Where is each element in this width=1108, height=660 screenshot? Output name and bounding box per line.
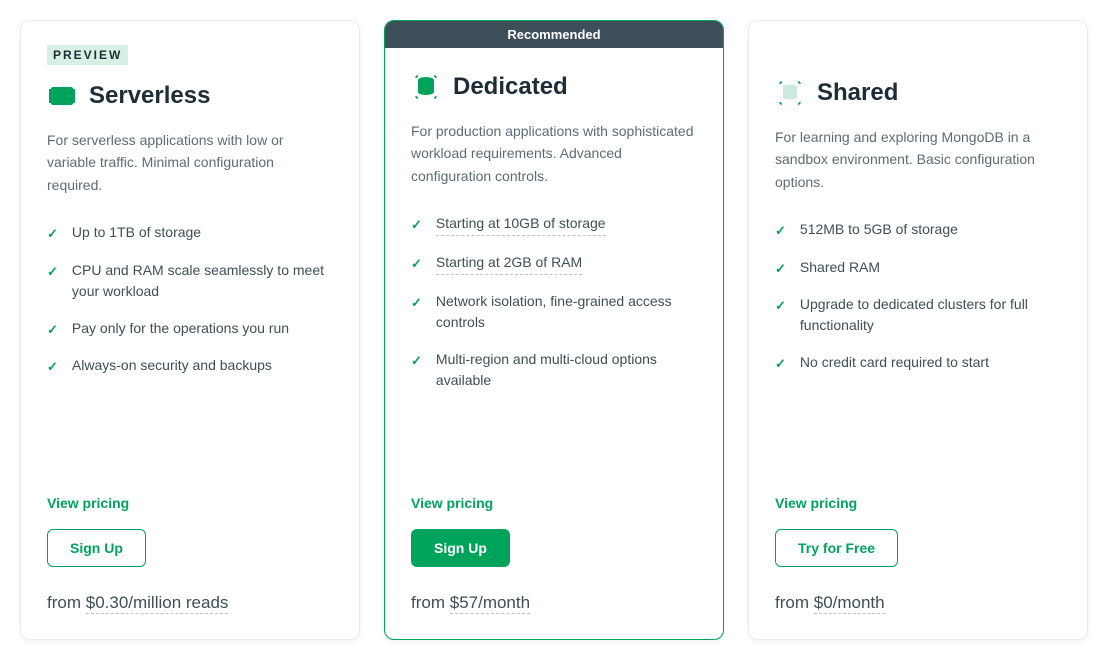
view-pricing-link[interactable]: View pricing [47, 495, 129, 511]
check-icon: ✓ [411, 351, 422, 371]
feature-item: ✓Pay only for the operations you run [47, 318, 333, 340]
preview-badge: PREVIEW [47, 45, 128, 65]
check-icon: ✓ [775, 221, 786, 241]
serverless-icon [47, 81, 77, 111]
check-icon: ✓ [47, 224, 58, 244]
feature-item: ✓Network isolation, fine-grained access … [411, 291, 697, 333]
feature-item: ✓Up to 1TB of storage [47, 222, 333, 244]
plan-title: Serverless [89, 82, 210, 110]
feature-list: ✓Up to 1TB of storage ✓CPU and RAM scale… [47, 222, 333, 393]
check-icon: ✓ [775, 354, 786, 374]
shared-icon [775, 78, 805, 108]
check-icon: ✓ [47, 320, 58, 340]
pricing-plans: PREVIEW Serverless For serverless applic… [20, 20, 1088, 640]
plan-card-shared: Shared For learning and exploring MongoD… [748, 20, 1088, 640]
feature-item: ✓Upgrade to dedicated clusters for full … [775, 294, 1061, 336]
feature-item: ✓Shared RAM [775, 257, 1061, 279]
feature-list: ✓512MB to 5GB of storage ✓Shared RAM ✓Up… [775, 219, 1061, 390]
feature-item: ✓Starting at 2GB of RAM [411, 252, 697, 275]
price-text: from $0/month [775, 593, 1061, 613]
check-icon: ✓ [411, 293, 422, 313]
feature-item: ✓512MB to 5GB of storage [775, 219, 1061, 241]
check-icon: ✓ [47, 357, 58, 377]
plan-description: For production applications with sophist… [411, 120, 697, 187]
view-pricing-link[interactable]: View pricing [775, 495, 857, 511]
check-icon: ✓ [775, 296, 786, 316]
plan-title: Dedicated [453, 73, 568, 101]
recommended-ribbon: Recommended [385, 21, 723, 48]
check-icon: ✓ [411, 254, 422, 274]
signup-button[interactable]: Sign Up [411, 529, 510, 567]
plan-description: For learning and exploring MongoDB in a … [775, 126, 1061, 193]
plan-card-dedicated: Recommended Dedicated For production app… [384, 20, 724, 640]
plan-title: Shared [817, 79, 898, 107]
plan-card-serverless: PREVIEW Serverless For serverless applic… [20, 20, 360, 640]
price-text: from $57/month [411, 593, 697, 613]
plan-description: For serverless applications with low or … [47, 129, 333, 196]
feature-item: ✓Multi-region and multi-cloud options av… [411, 349, 697, 391]
try-free-button[interactable]: Try for Free [775, 529, 898, 567]
price-text: from $0.30/million reads [47, 593, 333, 613]
view-pricing-link[interactable]: View pricing [411, 495, 493, 511]
dedicated-icon [411, 72, 441, 102]
feature-item: ✓Always-on security and backups [47, 355, 333, 377]
signup-button[interactable]: Sign Up [47, 529, 146, 567]
feature-list: ✓Starting at 10GB of storage ✓Starting a… [411, 213, 697, 407]
check-icon: ✓ [775, 259, 786, 279]
check-icon: ✓ [411, 215, 422, 235]
check-icon: ✓ [47, 262, 58, 282]
feature-item: ✓No credit card required to start [775, 352, 1061, 374]
feature-item: ✓CPU and RAM scale seamlessly to meet yo… [47, 260, 333, 302]
feature-item: ✓Starting at 10GB of storage [411, 213, 697, 236]
